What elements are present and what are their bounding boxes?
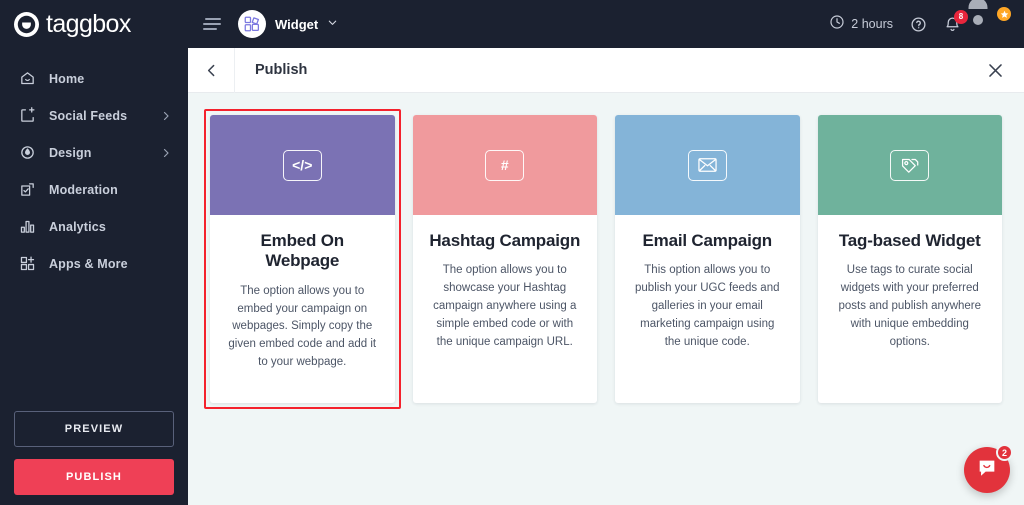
sidebar-item-apps-more[interactable]: Apps & More: [0, 245, 188, 282]
analytics-bars-icon: [18, 218, 36, 236]
bell-icon[interactable]: 8: [944, 9, 968, 33]
card-description: The option allows you to showcase your H…: [433, 264, 577, 348]
card-body: Email Campaign This option allows you to…: [615, 215, 800, 351]
publish-button[interactable]: PUBLISH: [14, 459, 174, 495]
card-title: Embed On Webpage: [260, 231, 345, 271]
hashtag-icon: #: [485, 149, 525, 181]
chat-launcher-button[interactable]: 2: [964, 444, 1013, 493]
card-banner: [817, 115, 1002, 215]
bell-badge: 8: [954, 9, 968, 24]
app-root: taggbox Home Social Feeds Design Moderat…: [0, 0, 1024, 505]
sidebar-item-moderation[interactable]: Moderation: [0, 171, 188, 208]
card-title: Tag-based Widget: [838, 231, 981, 250]
page-title: Publish: [255, 62, 308, 78]
chat-badge: 2: [996, 444, 1013, 461]
main-column: Widget 2 hours 8 Publish </> Embed On We…: [188, 0, 1024, 505]
brand-name: taggbox: [46, 9, 131, 38]
card-body: Tag-based Widget Use tags to curate soci…: [818, 215, 1003, 351]
chevron-right-icon: [160, 147, 172, 159]
home-icon: [18, 70, 36, 88]
widget-name: Widget: [275, 16, 319, 32]
moderation-check-icon: [18, 181, 36, 199]
sidebar-item-analytics[interactable]: Analytics: [0, 208, 188, 245]
hours-label: 2 hours: [851, 17, 893, 31]
page-header: Publish: [188, 47, 1024, 93]
chevron-right-icon: [160, 110, 172, 122]
card-icon-glyph: #: [500, 157, 509, 173]
close-icon[interactable]: [982, 57, 1008, 83]
sidebar-item-social-feeds[interactable]: Social Feeds: [0, 97, 188, 134]
sidebar-item-label: Social Feeds: [49, 108, 128, 123]
publish-option-email-campaign[interactable]: Email Campaign This option allows you to…: [609, 109, 806, 409]
code-brackets-icon: </>: [282, 149, 322, 181]
feed-add-icon: [18, 107, 36, 125]
card-banner: [615, 115, 800, 215]
card-description: This option allows you to publish your U…: [635, 264, 780, 348]
publish-option-embed-on-webpage[interactable]: </> Embed On Webpage The option allows y…: [204, 109, 401, 409]
sidebar-item-label: Apps & More: [49, 256, 128, 271]
sidebar-actions: PREVIEW PUBLISH: [0, 411, 188, 495]
publish-option-tag-based-widget[interactable]: Tag-based Widget Use tags to curate soci…: [812, 109, 1009, 409]
brand-logo[interactable]: taggbox: [0, 0, 188, 48]
chevron-down-icon: [327, 15, 338, 33]
header-divider: [234, 47, 235, 93]
sidebar-item-design[interactable]: Design: [0, 134, 188, 171]
card[interactable]: # Hashtag Campaign The option allows you…: [412, 115, 598, 403]
card[interactable]: </> Embed On Webpage The option allows y…: [210, 115, 395, 403]
widget-selector[interactable]: Widget: [238, 10, 338, 38]
chevron-left-icon[interactable]: [188, 48, 234, 93]
card-description: Use tags to curate social widgets with y…: [838, 264, 982, 348]
clock-icon: [829, 14, 845, 35]
widget-grid-icon: [238, 10, 266, 38]
sidebar-item-label: Home: [49, 71, 85, 86]
sidebar-item-label: Design: [49, 145, 92, 160]
card[interactable]: Email Campaign This option allows you to…: [615, 115, 800, 403]
card-description: The option allows you to embed your camp…: [228, 284, 377, 369]
topbar: Widget 2 hours 8: [188, 0, 1024, 48]
preview-button[interactable]: PREVIEW: [14, 411, 174, 447]
topbar-actions: 2 hours 8: [829, 0, 1011, 39]
card-title: Email Campaign: [642, 231, 773, 250]
sidebar-nav: Home Social Feeds Design Moderation Anal…: [0, 60, 188, 282]
card-body: Embed On Webpage The option allows you t…: [210, 215, 395, 372]
sidebar-item-label: Analytics: [49, 219, 106, 234]
card-icon-glyph: </>: [292, 157, 313, 173]
avatar[interactable]: [968, 0, 1011, 39]
apps-grid-icon: [18, 255, 36, 273]
card-title: Hashtag Campaign: [429, 231, 581, 250]
sidebar: taggbox Home Social Feeds Design Moderat…: [0, 0, 188, 505]
publish-options: </> Embed On Webpage The option allows y…: [188, 93, 1024, 505]
card-banner: #: [412, 115, 597, 215]
design-droplet-icon: [18, 144, 36, 162]
card-row: </> Embed On Webpage The option allows y…: [204, 109, 1008, 409]
publish-option-hashtag-campaign[interactable]: # Hashtag Campaign The option allows you…: [407, 109, 604, 409]
hamburger-icon[interactable]: [202, 13, 224, 35]
tag-icon: [890, 149, 930, 181]
card-body: Hashtag Campaign The option allows you t…: [413, 215, 598, 351]
trial-hours[interactable]: 2 hours: [829, 14, 893, 35]
star-icon: [997, 7, 1011, 21]
card-banner: </>: [210, 115, 395, 215]
card[interactable]: Tag-based Widget Use tags to curate soci…: [817, 115, 1003, 403]
help-circle-icon[interactable]: [910, 16, 927, 33]
envelope-icon: [687, 149, 727, 181]
taggbox-logo-icon: [14, 11, 39, 37]
chat-bubble-icon: [976, 457, 998, 484]
sidebar-item-label: Moderation: [49, 182, 118, 197]
sidebar-item-home[interactable]: Home: [0, 60, 188, 97]
